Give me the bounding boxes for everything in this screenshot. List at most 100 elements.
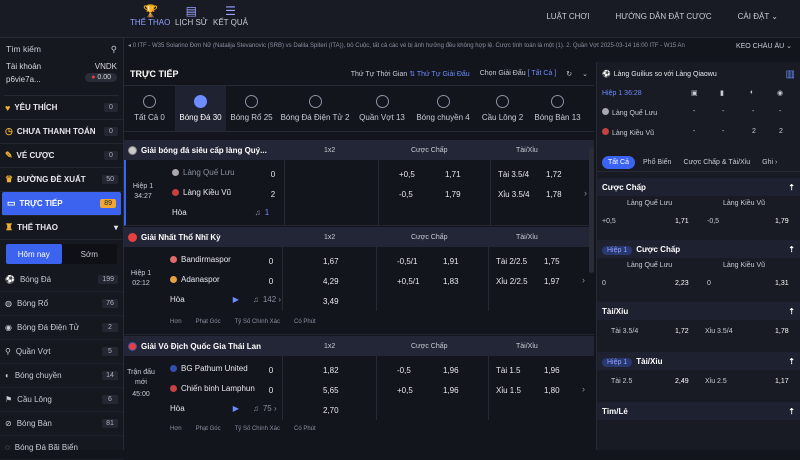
away-odds[interactable]: 4,29 xyxy=(323,277,339,286)
league-header[interactable]: Giải Nhất Thổ Nhĩ Kỳ 1x2 Cược Chấp Tài/X… xyxy=(124,227,594,247)
section-odd-even[interactable]: Tỉm/Lẻ ⇡ xyxy=(597,402,800,420)
market-link-minutes[interactable]: Có Phút xyxy=(294,319,316,325)
draw-odds[interactable]: 3,49 xyxy=(323,297,339,306)
nav-history[interactable]: ▤ LỊCH SỬ xyxy=(175,4,208,27)
collapse-icon[interactable]: ⌄ xyxy=(582,70,588,78)
tab-handicap-ou[interactable]: Cược Chấp & Tài/Xỉu xyxy=(679,157,754,168)
sort-label[interactable]: Thứ Tự Thời Gian xyxy=(351,71,408,78)
ou-odds[interactable]: 1,78 xyxy=(775,328,789,335)
tab-football[interactable]: Bóng Đá 30 xyxy=(175,86,226,131)
tab-table-tennis[interactable]: Bóng Bàn 13 xyxy=(530,86,585,131)
chevron-right-icon[interactable]: › xyxy=(582,275,585,285)
bell-icon[interactable]: ♫ xyxy=(255,208,261,217)
sport-item-volleyball[interactable]: ◐ Bóng chuyền 14 xyxy=(0,364,123,388)
ou-odds[interactable]: 2,49 xyxy=(675,378,689,385)
away-odds[interactable]: 5,65 xyxy=(323,386,339,395)
stats-icon[interactable]: ▥ xyxy=(786,69,795,80)
sport-item-beach-football[interactable]: ◌ Bóng Đá Bãi Biển xyxy=(0,436,123,460)
odds-format-select[interactable]: KÉO CHÂU ÂU ⌄ xyxy=(729,42,792,50)
sport-item-table-tennis[interactable]: ⊘ Bóng Bàn 81 xyxy=(0,412,123,436)
live-video-icon[interactable]: ▶ xyxy=(233,295,239,304)
ou-odds[interactable]: 1,97 xyxy=(544,277,560,286)
chevron-right-icon[interactable]: › xyxy=(582,384,585,394)
tab-all[interactable]: Tất Cả 0 xyxy=(124,86,175,131)
market-link-correct-score[interactable]: Tỷ Số Chính Xác xyxy=(235,426,280,432)
league-header[interactable]: Giải Vô Địch Quốc Gia Thái Lan 1x2 Cược … xyxy=(124,336,594,356)
pin-icon[interactable]: ⇡ xyxy=(788,357,795,366)
tab-badminton[interactable]: Cầu Lông 2 xyxy=(475,86,530,131)
ou-odds[interactable]: 1,80 xyxy=(544,386,560,395)
pin-icon[interactable]: ⇡ xyxy=(788,245,795,254)
ou-odds[interactable]: 1,17 xyxy=(775,378,789,385)
handicap-odds[interactable]: 2,23 xyxy=(675,280,689,287)
handicap-odds[interactable]: 1,96 xyxy=(443,386,459,395)
home-odds[interactable]: 1,82 xyxy=(323,366,339,375)
nav-sports[interactable]: 🏆 THỂ THAO xyxy=(130,4,170,27)
live-video-icon[interactable]: ▶ xyxy=(233,404,239,413)
tab-popular[interactable]: Phổ Biến xyxy=(639,157,675,168)
sport-item-basketball[interactable]: ◍ Bóng Rổ 76 xyxy=(0,292,123,316)
league-header[interactable]: Giải bóng đá siêu cấp làng Quý... 1x2 Cư… xyxy=(124,140,594,160)
all-leagues-link[interactable]: [ Tất Cả ] xyxy=(528,70,557,77)
nav-results[interactable]: ☰ KẾT QUẢ xyxy=(213,4,248,27)
match-row[interactable]: Hiệp 1 02:12 Bandirmaspor Adanaspor Hòa ▶ ♫… xyxy=(124,247,594,335)
handicap-odds[interactable]: 1,83 xyxy=(443,277,459,286)
more-markets-count[interactable]: 75 › xyxy=(263,404,277,413)
market-link-correct-score[interactable]: Tỷ Số Chính Xác xyxy=(235,319,280,325)
handicap-odds[interactable]: 1,71 xyxy=(445,170,461,179)
sport-item-badminton[interactable]: ⚑ Cầu Lông 6 xyxy=(0,388,123,412)
choose-league-label[interactable]: Chọn Giải Đấu xyxy=(480,70,526,77)
handicap-odds[interactable]: 1,79 xyxy=(775,218,789,225)
pin-icon[interactable]: ⇡ xyxy=(788,307,795,316)
section-handicap[interactable]: Cược Chấp ⇡ xyxy=(597,178,800,196)
ou-odds[interactable]: 1,72 xyxy=(546,170,562,179)
chevron-right-icon[interactable]: › xyxy=(584,188,587,198)
tab-all-markets[interactable]: Tất Cả xyxy=(602,156,636,169)
handicap-odds[interactable]: 1,31 xyxy=(775,280,789,287)
tab-today[interactable]: Hôm nay xyxy=(6,244,62,264)
handicap-odds[interactable]: 1,91 xyxy=(443,257,459,266)
sort-value[interactable]: ⇅ Thứ Tự Giải Đấu xyxy=(409,71,470,78)
tab-tennis[interactable]: Quần Vợt 13 xyxy=(353,86,411,131)
sidebar-item-tickets[interactable]: ✎ VÉ CƯỢC 0 xyxy=(0,144,123,168)
tab-basketball[interactable]: Bóng Rổ 25 xyxy=(226,86,277,131)
handicap-odds[interactable]: 1,79 xyxy=(445,190,461,199)
match-row[interactable]: Hiệp 1 34:27 Làng Quế Lưu Làng Kiều Vũ Hò… xyxy=(124,160,594,226)
refresh-icon[interactable]: ↻ xyxy=(566,70,572,78)
handicap-odds[interactable]: 1,71 xyxy=(675,218,689,225)
balance-badge[interactable]: ● 0.00 xyxy=(85,73,117,82)
sport-item-football[interactable]: ⚽ Bóng Đá 199 xyxy=(0,268,123,292)
tab-scorer[interactable]: Ghi › xyxy=(758,157,781,168)
sidebar-item-live[interactable]: ▭ TRỰC TIẾP 89 xyxy=(2,192,121,216)
handicap-odds[interactable]: 1,96 xyxy=(443,366,459,375)
ou-odds[interactable]: 1,75 xyxy=(544,257,560,266)
sidebar-item-recommended[interactable]: ♛ ĐƯỜNG ĐỀ XUẤT 50 xyxy=(0,168,123,192)
section-over-under-half[interactable]: Hiệp 1 Tài/Xỉu ⇡ xyxy=(597,352,800,370)
search-input[interactable]: Tìm kiếm xyxy=(6,44,41,54)
pin-icon[interactable]: ⇡ xyxy=(788,407,795,416)
more-markets-count[interactable]: 1 xyxy=(265,208,269,217)
ou-odds[interactable]: 1,96 xyxy=(544,366,560,375)
market-link-more[interactable]: Hơn xyxy=(170,319,182,325)
tab-early[interactable]: Sớm xyxy=(61,244,117,264)
ou-odds[interactable]: 1,78 xyxy=(546,190,562,199)
bell-icon[interactable]: ♫ xyxy=(253,404,259,413)
match-row[interactable]: Trận đấu mới 45:00 BG Pathum United Chiến… xyxy=(124,356,594,446)
home-odds[interactable]: 1,67 xyxy=(323,257,339,266)
section-handicap-half[interactable]: Hiệp 1 Cược Chấp ⇡ xyxy=(597,240,800,258)
rules-link[interactable]: LUẬT CHƠI xyxy=(546,12,589,21)
market-link-corners[interactable]: Phạt Góc xyxy=(196,319,221,325)
draw-odds[interactable]: 2,70 xyxy=(323,406,339,415)
sidebar-item-favorites[interactable]: ♥ YÊU THÍCH 0 xyxy=(0,96,123,120)
sidebar-item-sports[interactable]: ♜ THỂ THAO ▾ xyxy=(0,216,123,240)
sport-item-efootball[interactable]: ◉ Bóng Đá Điện Tử 2 xyxy=(0,316,123,340)
sidebar-item-unsettled[interactable]: ◷ CHƯA THANH TOÁN 0 xyxy=(0,120,123,144)
betting-guide-link[interactable]: HƯỚNG DẪN ĐẶT CƯỢC xyxy=(616,12,712,21)
market-link-more[interactable]: Hơn xyxy=(170,426,182,432)
tab-efootball[interactable]: Bóng Đá Điện Tử 2 xyxy=(277,86,353,131)
tab-volleyball[interactable]: Bóng chuyền 4 xyxy=(411,86,475,131)
market-link-minutes[interactable]: Có Phút xyxy=(294,426,316,432)
search-box[interactable]: Tìm kiếm ⚲ xyxy=(0,38,123,60)
more-markets-count[interactable]: 142 › xyxy=(263,295,281,304)
pin-icon[interactable]: ⇡ xyxy=(788,183,795,192)
